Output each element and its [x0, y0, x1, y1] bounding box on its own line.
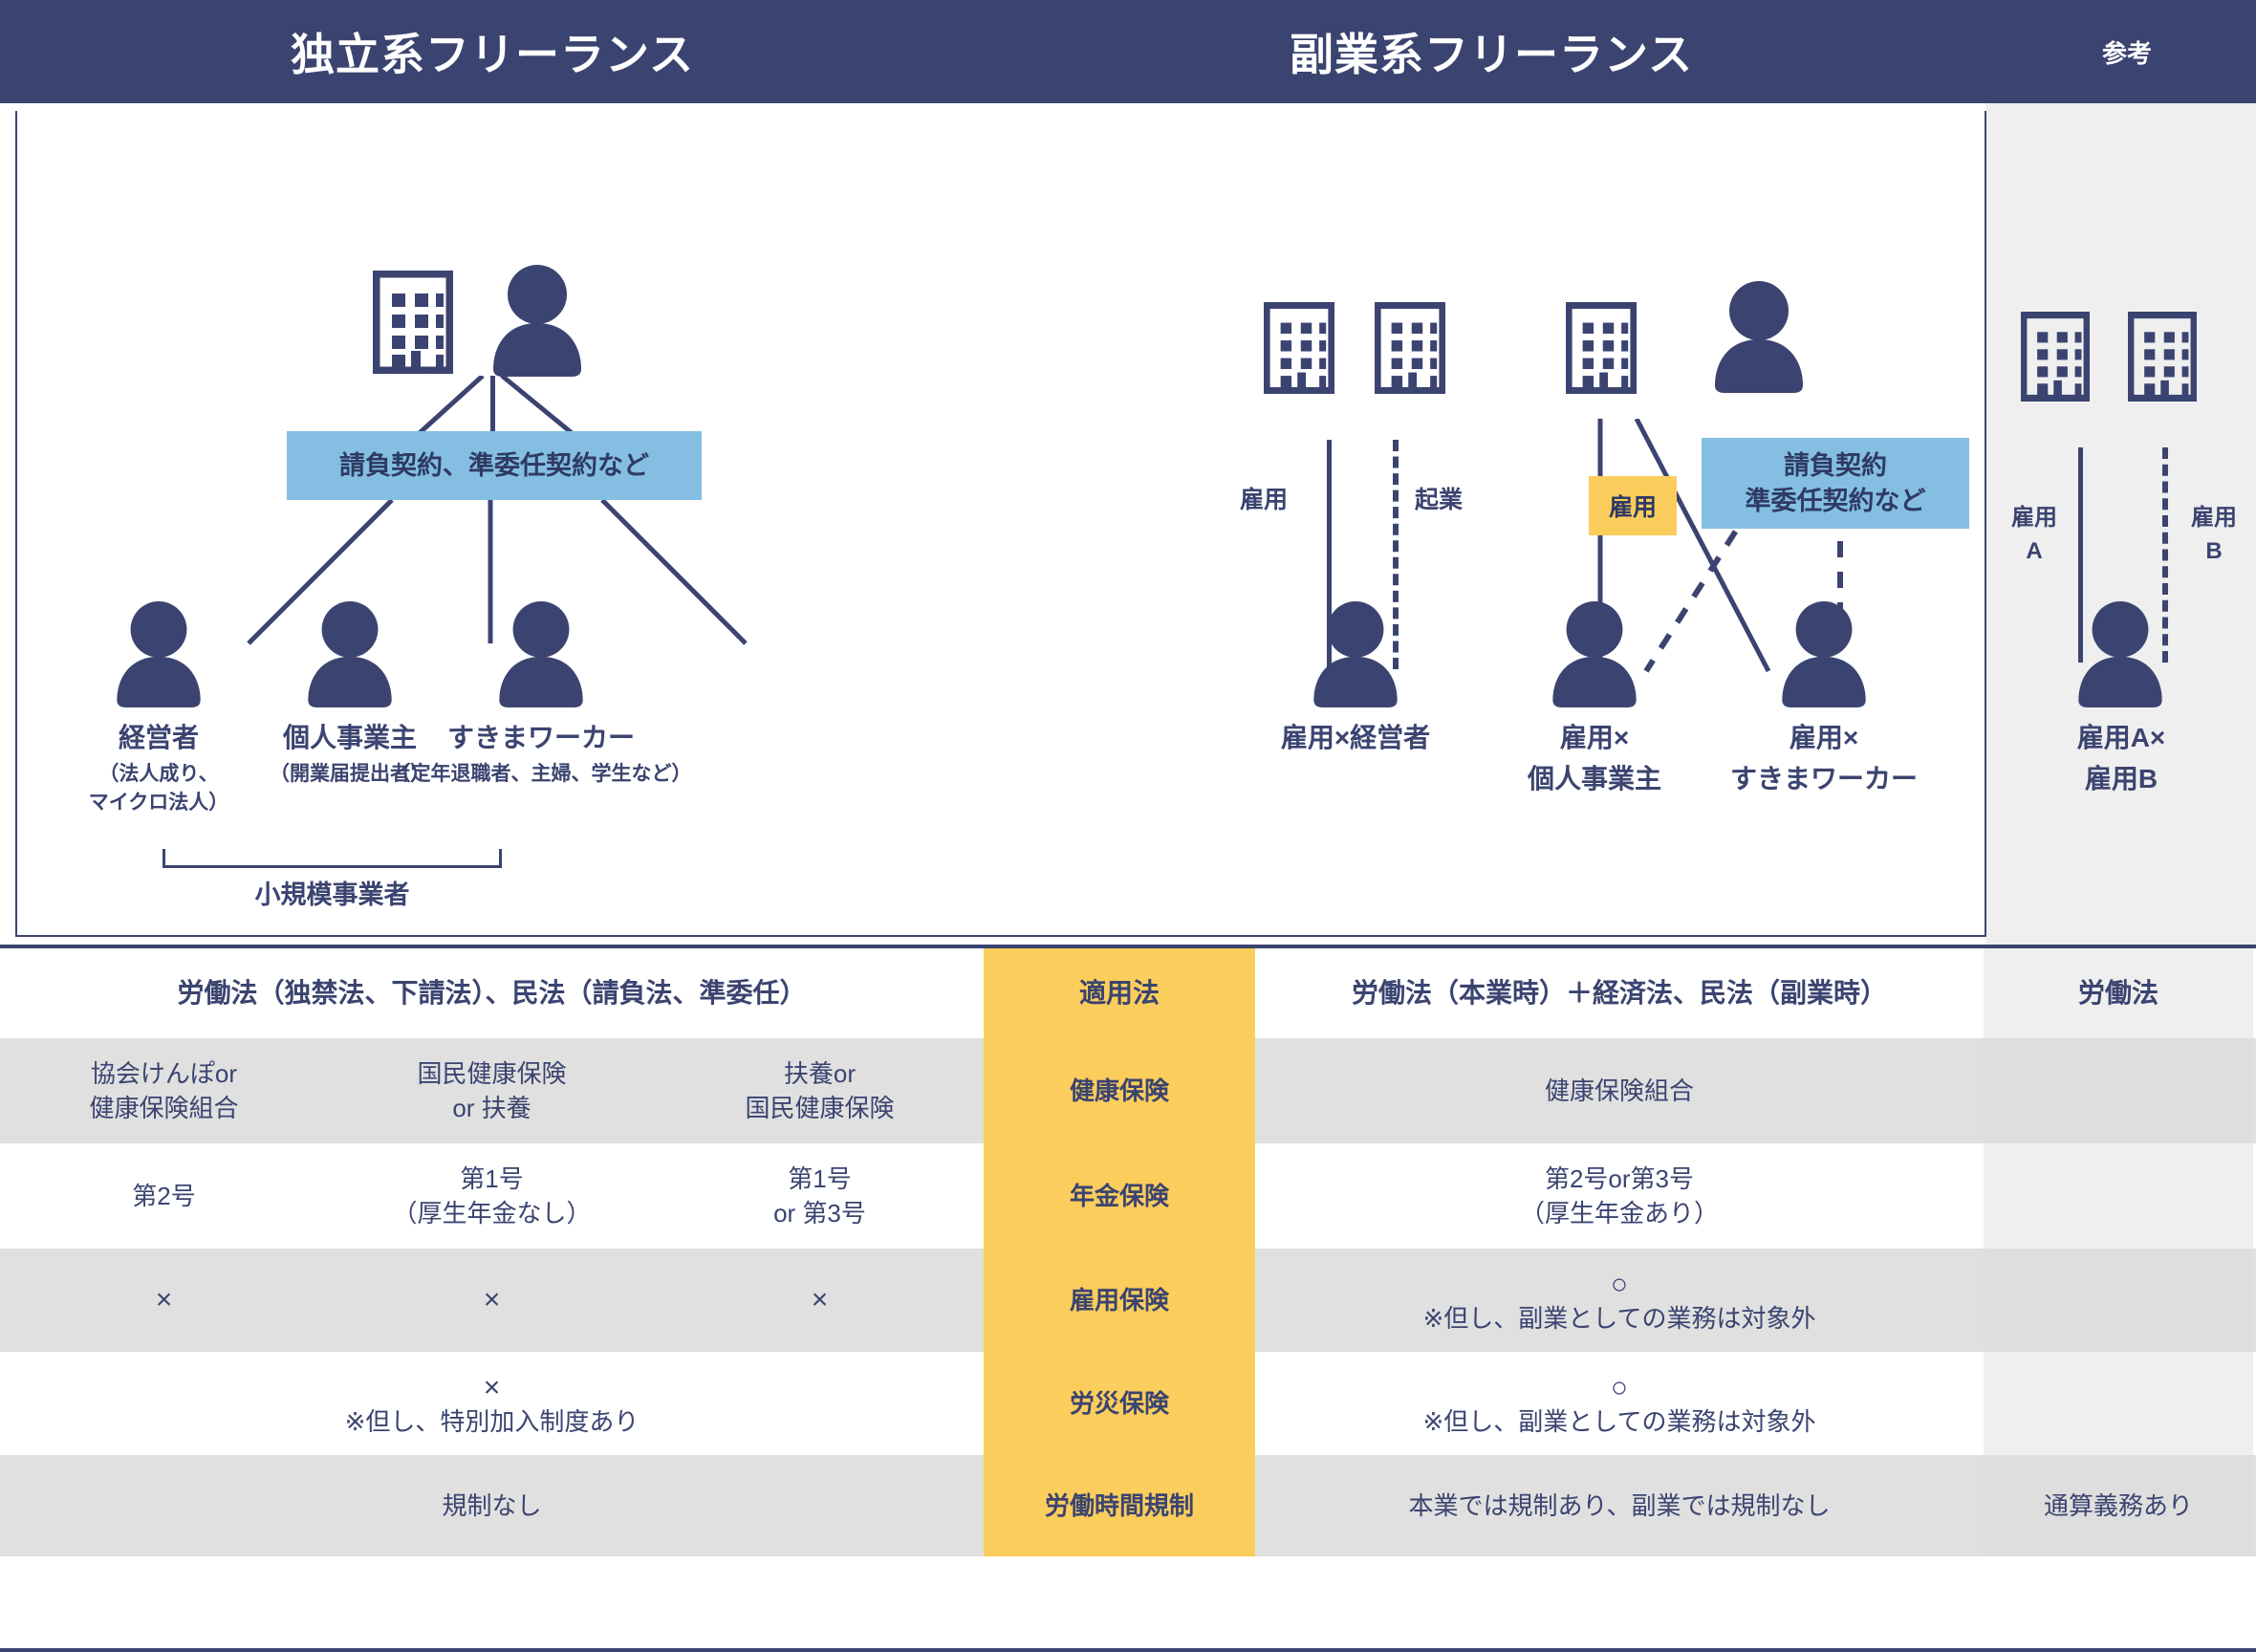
header-bar: 独立系フリーランス 副業系フリーランス 参考: [0, 0, 2256, 103]
person-label-owner-name: 経営者: [118, 723, 199, 752]
person-icon-mid-1: [1310, 600, 1401, 707]
person-label-gig-worker: すきまワーカー （定年退職者、主婦、学生など）: [388, 720, 694, 789]
ref-label-b-line1: 雇用: [2191, 505, 2237, 531]
cell-health-sidejob: 健康保険組合: [1544, 1076, 1694, 1105]
ref-label-b-line2: B: [2205, 538, 2223, 565]
cell-empins-sidejob-note: ※但し、副業としての業務は対象外: [1422, 1303, 1816, 1333]
person-icon-ref: [2074, 600, 2166, 707]
cell-empins-gig-worker: ×: [811, 1284, 829, 1315]
contract-label-mid-line2: 準委任契約など: [1745, 486, 1926, 515]
contract-label-box-mid: 請負契約 準委任契約など: [1702, 438, 1969, 529]
person-label-owner-sub2: マイクロ法人）: [88, 792, 229, 815]
table-header-reference: 労働法: [1984, 948, 2253, 1038]
small-business-bracket-label: 小規模事業者: [254, 880, 410, 909]
table-row-working-hours: 規制なし 労働時間規制 本業では規制あり、副業では規制なし 通算義務あり: [0, 1455, 2256, 1556]
person-label-mid-1-line1: 雇用×経営者: [1280, 723, 1431, 752]
person-label-mid-2-line1: 雇用×: [1559, 723, 1630, 752]
table-header-row: 労働法（独禁法、下請法）、民法（請負法、準委任） 適用法 労働法（本業時）＋経済…: [0, 948, 2256, 1038]
building-icon-ref-a: [2021, 312, 2090, 402]
cell-workerscomp-note: ※但し、特別加入制度あり: [344, 1406, 640, 1436]
cell-category-workinghours: 労働時間規制: [984, 1455, 1255, 1556]
link-label-employment: 雇用: [1240, 487, 1289, 513]
cell-health-owner: 協会けんぽor 健康保険組合: [89, 1058, 239, 1122]
employment-chip-mid: 雇用: [1589, 476, 1677, 535]
person-icon-mid-2: [1549, 600, 1640, 707]
cell-workinghours-left-span: 規制なし: [442, 1490, 542, 1520]
cell-health-reference: [1984, 1038, 2253, 1143]
person-label-gig-worker-name: すきまワーカー: [446, 723, 635, 752]
cell-workerscomp-left-span: × ※但し、特別加入制度あり: [0, 1352, 984, 1455]
employment-chip-text: 雇用: [1608, 494, 1657, 521]
cell-workerscomp-sidejob: ○ ※但し、副業としての業務は対象外: [1255, 1352, 1984, 1455]
person-label-ref-line2: 雇用B: [2084, 763, 2158, 793]
cell-empins-sidejob: ○ ※但し、副業としての業務は対象外: [1255, 1249, 1984, 1352]
cell-empins-owner: ×: [155, 1284, 173, 1315]
header-title-reference: 参考: [2101, 38, 2152, 68]
building-icon-mid-3: [1566, 302, 1637, 394]
person-label-mid-3-line2: すきまワーカー: [1729, 763, 1918, 793]
person-label-mid-3-line1: 雇用×: [1789, 723, 1859, 752]
cell-workinghours-sidejob: 本業では規制あり、副業では規制なし: [1408, 1490, 1831, 1520]
ref-label-a-line2: A: [2026, 538, 2043, 565]
header-title-sidejob: 副業系フリーランス: [1289, 30, 1694, 79]
cell-empins-sidejob-mark: ○: [1610, 1269, 1629, 1300]
cell-workerscomp-sidejob-mark: ○: [1610, 1372, 1629, 1403]
cell-empins-reference: [1984, 1249, 2253, 1352]
person-icon-mid-3: [1778, 600, 1870, 707]
ref-label-a-line1: 雇用: [2011, 505, 2057, 531]
table-header-category: 適用法: [984, 948, 1255, 1038]
cell-workerscomp-sidejob-note: ※但し、副業としての業務は対象外: [1422, 1406, 1816, 1436]
small-business-bracket: [163, 849, 502, 868]
person-icon-gig-worker: [495, 600, 587, 707]
cell-category-workerscomp: 労災保険: [984, 1352, 1255, 1455]
cell-pension-owner: 第2号: [132, 1181, 196, 1210]
person-label-ref: 雇用A× 雇用B: [1986, 720, 2256, 798]
person-icon: [489, 264, 585, 377]
building-icon-ref-b: [2128, 312, 2197, 402]
cell-workinghours-reference: 通算義務あり: [1984, 1455, 2253, 1556]
table-row-pension: 第2号 第1号 （厚生年金なし） 第1号 or 第3号 年金保険 第2号or第3…: [0, 1143, 2256, 1249]
cell-category-empins: 雇用保険: [984, 1249, 1255, 1352]
cell-health-gig-worker: 扶養or 国民健康保険: [745, 1058, 895, 1122]
table-row-workers-comp: × ※但し、特別加入制度あり 労災保険 ○ ※但し、副業としての業務は対象外: [0, 1352, 2256, 1455]
cell-empins-sole-proprietor: ×: [483, 1284, 501, 1315]
building-icon-mid-2: [1375, 302, 1445, 394]
contract-label-text: 請負契約、準委任契約など: [339, 450, 649, 480]
table-row-employment-insurance: × × × 雇用保険 ○ ※但し、副業としての業務は対象外: [0, 1249, 2256, 1352]
building-icon-mid-1: [1264, 302, 1334, 394]
table-header-left-span: 労働法（独禁法、下請法）、民法（請負法、準委任）: [177, 978, 807, 1009]
cell-workerscomp-mark: ×: [483, 1372, 501, 1403]
contract-label-mid-line1: 請負契約: [1784, 451, 1887, 481]
cell-category-pension: 年金保険: [984, 1143, 1255, 1249]
diagram-area: 請負契約、準委任契約など 経営者 （法人成り、 マイクロ法人） 個人事業主 （開…: [0, 103, 2256, 945]
contract-label-box-left: 請負契約、準委任契約など: [287, 431, 702, 500]
building-icon: [373, 271, 453, 374]
cell-workerscomp-reference: [1984, 1352, 2253, 1455]
cell-category-health: 健康保険: [984, 1038, 1255, 1143]
table-row-health-insurance: 協会けんぽor 健康保険組合 国民健康保険 or 扶養 扶養or 国民健康保険 …: [0, 1038, 2256, 1143]
header-title-independent: 独立系フリーランス: [290, 30, 695, 79]
person-label-gig-worker-sub1: （定年退職者、主婦、学生など）: [390, 762, 692, 785]
cell-health-sole-proprietor: 国民健康保険 or 扶養: [417, 1058, 567, 1122]
cell-pension-sole-proprietor: 第1号 （厚生年金なし）: [392, 1163, 592, 1228]
person-label-ref-line1: 雇用A×: [2076, 723, 2166, 752]
cell-pension-gig-worker: 第1号 or 第3号: [773, 1163, 866, 1228]
person-icon-owner: [113, 600, 205, 707]
person-icon-mid-top: [1711, 280, 1807, 393]
ref-label-b: 雇用 B: [2178, 503, 2250, 569]
link-label-startup: 起業: [1415, 487, 1464, 513]
person-label-mid-3: 雇用× すきまワーカー: [1681, 720, 1967, 798]
person-icon-sole-proprietor: [304, 600, 396, 707]
ref-label-a: 雇用 A: [1998, 503, 2071, 569]
infographic-page: 独立系フリーランス 副業系フリーランス 参考 請負契約、準委任契約など 経営者 …: [0, 0, 2256, 1652]
comparison-table: 労働法（独禁法、下請法）、民法（請負法、準委任） 適用法 労働法（本業時）＋経済…: [0, 945, 2256, 1652]
cell-pension-sidejob: 第2号or第3号 （厚生年金あり）: [1519, 1163, 1719, 1228]
cell-pension-reference: [1984, 1143, 2253, 1249]
table-header-sidejob: 労働法（本業時）＋経済法、民法（副業時）: [1351, 978, 1887, 1009]
